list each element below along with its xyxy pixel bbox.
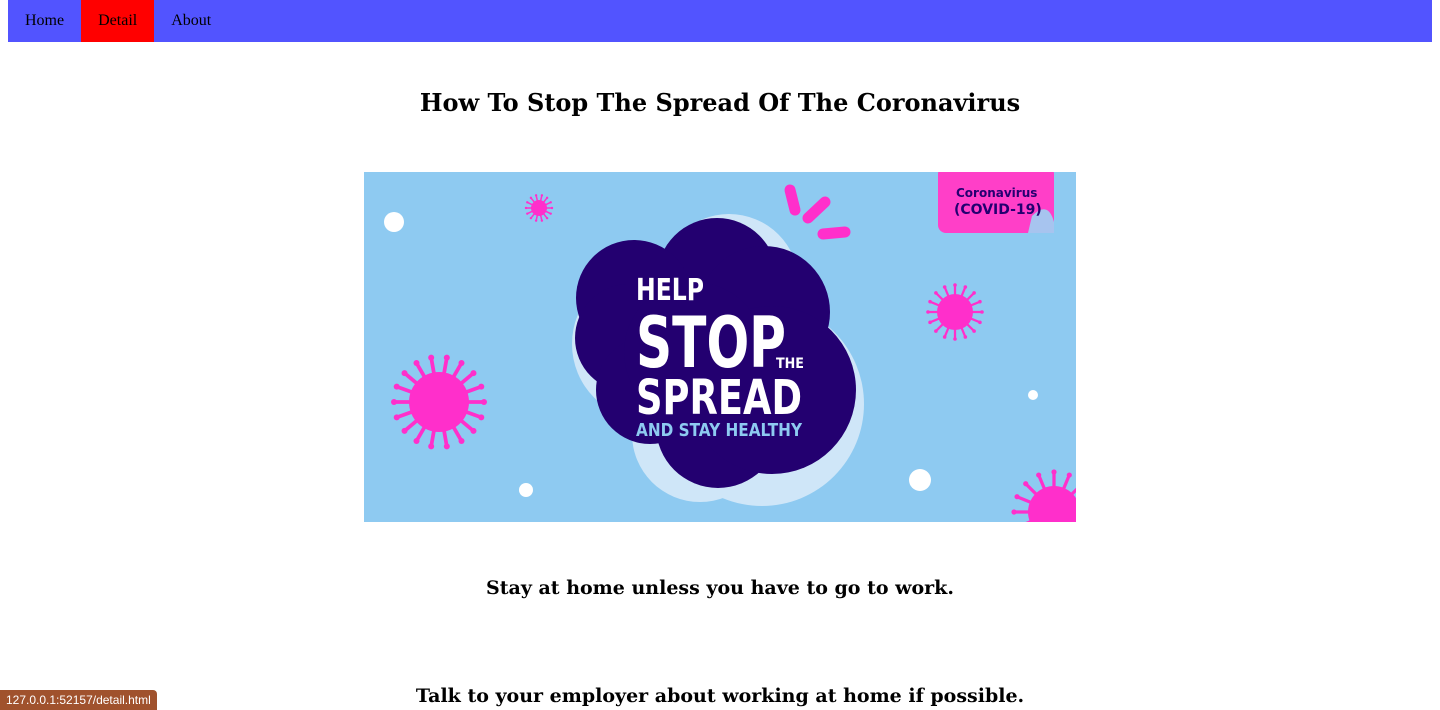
page-title: How To Stop The Spread Of The Coronaviru…	[419, 88, 1021, 117]
nav-home-link[interactable]: Home	[8, 0, 81, 42]
top-navbar: Home Detail About	[8, 0, 1432, 42]
white-dot	[519, 483, 533, 497]
paragraph-work-home: Talk to your employer about working at h…	[415, 685, 1025, 707]
white-dot	[1028, 390, 1038, 400]
virus-icon	[1011, 469, 1076, 522]
white-dot	[909, 469, 931, 491]
nav-about-link[interactable]: About	[154, 0, 228, 42]
virus-icon	[926, 283, 984, 341]
nav-detail-link[interactable]: Detail	[81, 0, 155, 42]
virus-icon	[524, 194, 554, 222]
covid-tag-line2: (COVID-19)	[954, 202, 1042, 218]
hero-image: HELP STOP THE SPREAD AND STAY HEALTHY Co…	[364, 172, 1076, 522]
healthy-text: AND STAY HEALTHY	[636, 420, 803, 441]
status-url-bar: 127.0.0.1:52157/detail.html	[0, 690, 157, 710]
pink-dashes	[784, 184, 851, 240]
white-dot	[384, 212, 404, 232]
covid-tag: Coronavirus (COVID-19)	[938, 172, 1054, 233]
paragraph-stay-home: Stay at home unless you have to go to wo…	[486, 577, 954, 599]
spread-text: SPREAD	[636, 370, 802, 426]
virus-icon	[391, 354, 487, 450]
covid-tag-line1: Coronavirus	[956, 186, 1037, 200]
